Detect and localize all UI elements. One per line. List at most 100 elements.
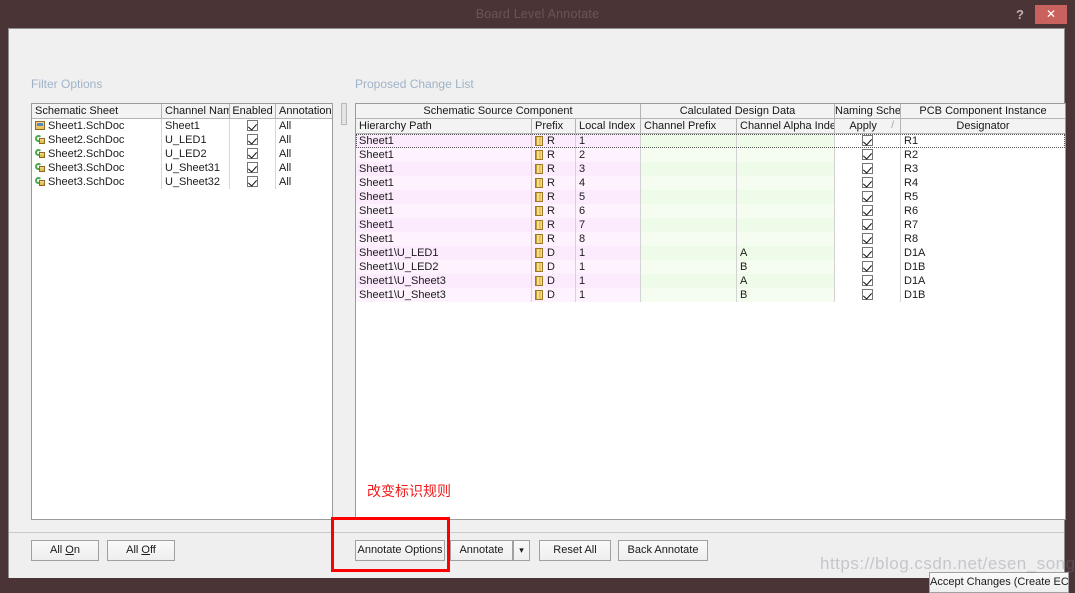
cell-apply[interactable] bbox=[835, 274, 901, 288]
apply-checkbox[interactable] bbox=[862, 233, 873, 244]
proposed-change-grid[interactable]: Schematic Source Component Calculated De… bbox=[355, 103, 1066, 520]
component-chip-icon bbox=[535, 164, 543, 174]
table-row[interactable]: Sheet1R1R1 bbox=[356, 134, 1065, 148]
cell-apply[interactable] bbox=[835, 260, 901, 274]
component-chip-icon bbox=[535, 178, 543, 188]
accept-changes-button[interactable]: Accept Changes (Create ECO) bbox=[929, 572, 1069, 593]
apply-checkbox[interactable] bbox=[862, 149, 873, 160]
table-row[interactable]: Sheet1R7R7 bbox=[356, 218, 1065, 232]
enabled-checkbox[interactable] bbox=[247, 134, 258, 145]
col-designator[interactable]: Designator bbox=[901, 119, 1065, 133]
cell-schematic-sheet: Sheet3.SchDoc bbox=[32, 161, 162, 175]
table-row[interactable]: Sheet1R3R3 bbox=[356, 162, 1065, 176]
group-naming-scheme[interactable]: Naming Scheme bbox=[835, 104, 901, 118]
table-row[interactable]: Sheet1\U_Sheet3D1AD1A bbox=[356, 274, 1065, 288]
table-row[interactable]: Sheet1R6R6 bbox=[356, 204, 1065, 218]
col-prefix[interactable]: Prefix bbox=[532, 119, 576, 133]
col-apply[interactable]: Apply / bbox=[835, 119, 901, 133]
cell-apply[interactable] bbox=[835, 232, 901, 246]
cell-enabled[interactable] bbox=[230, 161, 276, 175]
cell-designator: R6 bbox=[901, 204, 1065, 218]
cell-enabled[interactable] bbox=[230, 133, 276, 147]
table-row[interactable]: Sheet1\U_LED2D1BD1B bbox=[356, 260, 1065, 274]
all-off-button[interactable]: All Off bbox=[107, 540, 175, 561]
apply-checkbox[interactable] bbox=[862, 135, 873, 146]
col-annotation-scope[interactable]: Annotation Sc... bbox=[276, 104, 332, 118]
cell-enabled[interactable] bbox=[230, 147, 276, 161]
col-local-index[interactable]: Local Index bbox=[576, 119, 641, 133]
all-on-button[interactable]: All On bbox=[31, 540, 99, 561]
cell-apply[interactable] bbox=[835, 162, 901, 176]
cell-designator: D1A bbox=[901, 246, 1065, 260]
table-row[interactable]: Sheet1.SchDocSheet1All bbox=[32, 119, 332, 133]
all-on-label: All On bbox=[50, 544, 80, 556]
cell-designator: D1B bbox=[901, 288, 1065, 302]
table-row[interactable]: Sheet1\U_LED1D1AD1A bbox=[356, 246, 1065, 260]
cell-annotation-scope: All bbox=[276, 161, 332, 175]
schematic-sheet-label: Sheet3.SchDoc bbox=[48, 162, 124, 174]
filter-options-grid[interactable]: Schematic Sheet Channel Name Enabled Ann… bbox=[31, 103, 333, 520]
cell-local-index: 1 bbox=[576, 134, 641, 148]
table-row[interactable]: Sheet1R5R5 bbox=[356, 190, 1065, 204]
enabled-checkbox[interactable] bbox=[247, 176, 258, 187]
splitter-grip[interactable] bbox=[341, 103, 347, 125]
cell-apply[interactable] bbox=[835, 190, 901, 204]
apply-checkbox[interactable] bbox=[862, 261, 873, 272]
group-calculated-design-data[interactable]: Calculated Design Data bbox=[641, 104, 835, 118]
cell-apply[interactable] bbox=[835, 218, 901, 232]
component-chip-icon bbox=[535, 206, 543, 216]
schematic-sheet-label: Sheet1.SchDoc bbox=[48, 120, 124, 132]
cell-channel-alpha-index bbox=[737, 134, 835, 148]
annotate-button[interactable]: Annotate bbox=[450, 540, 513, 561]
col-enabled[interactable]: Enabled bbox=[230, 104, 276, 118]
enabled-checkbox[interactable] bbox=[247, 162, 258, 173]
apply-checkbox[interactable] bbox=[862, 205, 873, 216]
apply-checkbox[interactable] bbox=[862, 163, 873, 174]
col-schematic-sheet[interactable]: Schematic Sheet bbox=[32, 104, 162, 118]
table-row[interactable]: Sheet3.SchDocU_Sheet32All bbox=[32, 175, 332, 189]
cell-apply[interactable] bbox=[835, 288, 901, 302]
cell-apply[interactable] bbox=[835, 246, 901, 260]
filter-grid-header: Schematic Sheet Channel Name Enabled Ann… bbox=[32, 104, 332, 119]
annotate-dropdown-button[interactable]: ▾ bbox=[513, 540, 530, 561]
cell-apply[interactable] bbox=[835, 134, 901, 148]
cell-apply[interactable] bbox=[835, 204, 901, 218]
close-button[interactable]: ✕ bbox=[1035, 5, 1067, 24]
table-row[interactable]: Sheet1R2R2 bbox=[356, 148, 1065, 162]
cell-apply[interactable] bbox=[835, 176, 901, 190]
group-pcb-component-instance[interactable]: PCB Component Instance bbox=[901, 104, 1065, 118]
annotate-options-button[interactable]: Annotate Options bbox=[355, 540, 445, 561]
table-row[interactable]: Sheet3.SchDocU_Sheet31All bbox=[32, 161, 332, 175]
apply-checkbox[interactable] bbox=[862, 191, 873, 202]
enabled-checkbox[interactable] bbox=[247, 148, 258, 159]
col-hierarchy-path[interactable]: Hierarchy Path bbox=[356, 119, 532, 133]
table-row[interactable]: Sheet1R4R4 bbox=[356, 176, 1065, 190]
col-channel-alpha-index[interactable]: Channel Alpha Index bbox=[737, 119, 835, 133]
cell-prefix: R bbox=[532, 148, 576, 162]
cell-enabled[interactable] bbox=[230, 175, 276, 189]
panel-splitter[interactable] bbox=[340, 103, 348, 520]
prefix-label: D bbox=[547, 289, 555, 301]
schematic-doc-icon bbox=[35, 121, 45, 130]
col-channel-prefix[interactable]: Channel Prefix bbox=[641, 119, 737, 133]
cell-enabled[interactable] bbox=[230, 119, 276, 133]
group-schematic-source-component[interactable]: Schematic Source Component bbox=[356, 104, 641, 118]
table-row[interactable]: Sheet2.SchDocU_LED1All bbox=[32, 133, 332, 147]
sort-indicator-icon: / bbox=[891, 119, 894, 133]
back-annotate-button[interactable]: Back Annotate bbox=[618, 540, 708, 561]
apply-checkbox[interactable] bbox=[862, 177, 873, 188]
apply-checkbox[interactable] bbox=[862, 289, 873, 300]
table-row[interactable]: Sheet1\U_Sheet3D1BD1B bbox=[356, 288, 1065, 302]
enabled-checkbox[interactable] bbox=[247, 120, 258, 131]
table-row[interactable]: Sheet2.SchDocU_LED2All bbox=[32, 147, 332, 161]
apply-checkbox[interactable] bbox=[862, 219, 873, 230]
col-channel-name[interactable]: Channel Name bbox=[162, 104, 230, 118]
help-button[interactable]: ? bbox=[1011, 5, 1029, 24]
reset-all-button[interactable]: Reset All bbox=[539, 540, 611, 561]
component-chip-icon bbox=[535, 248, 543, 258]
cell-apply[interactable] bbox=[835, 148, 901, 162]
table-row[interactable]: Sheet1R8R8 bbox=[356, 232, 1065, 246]
cell-hierarchy-path: Sheet1\U_Sheet3 bbox=[356, 288, 532, 302]
apply-checkbox[interactable] bbox=[862, 247, 873, 258]
apply-checkbox[interactable] bbox=[862, 275, 873, 286]
